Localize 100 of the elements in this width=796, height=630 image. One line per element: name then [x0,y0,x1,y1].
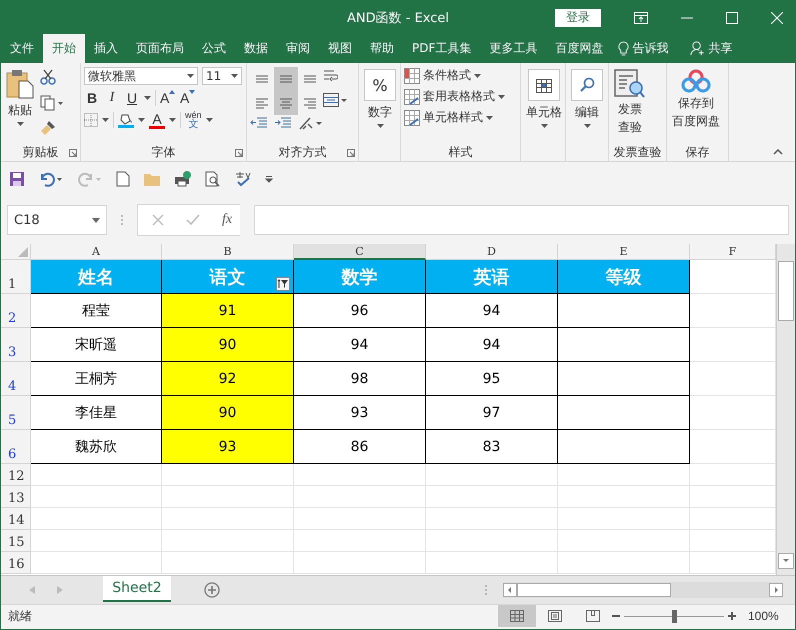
scroll-left-icon[interactable] [503,583,517,597]
row-header[interactable]: 3 [1,328,31,362]
name-box[interactable]: C18 [7,205,107,235]
ribbon-tab[interactable]: 页面布局 [127,34,193,63]
zoom-slider-thumb[interactable] [672,610,677,622]
align-middle-button[interactable] [274,67,298,91]
font-size-dropdown[interactable]: 11 [202,67,242,85]
font-name-dropdown[interactable]: 微软雅黑 [84,67,198,85]
column-header[interactable]: D [426,244,558,260]
ribbon-tab[interactable]: PDF工具集 [403,34,480,63]
close-icon[interactable] [771,12,783,24]
paste-button[interactable]: 粘贴 [4,67,36,144]
copy-icon[interactable] [40,94,64,110]
ribbon-tab[interactable]: 开始 [43,34,85,63]
column-header[interactable]: A [31,244,162,260]
add-sheet-icon[interactable] [204,582,220,598]
dialog-launcher-icon[interactable] [347,149,355,157]
scissors-icon[interactable] [40,69,56,85]
cells-button[interactable]: 单元格 [524,67,564,144]
undo-icon[interactable] [38,171,64,187]
row-header[interactable]: 15 [1,530,31,552]
style-menu-button[interactable]: 套用表格格式 [404,88,517,105]
ribbon-tab[interactable]: 插入 [85,34,127,63]
style-menu-button[interactable]: 条件格式 [404,67,517,84]
scroll-down-icon[interactable] [778,553,794,569]
row-header[interactable]: 4 [1,362,31,396]
bold-button[interactable]: B [84,90,100,106]
caret-icon[interactable] [206,118,213,122]
ribbon-tab[interactable]: 更多工具 [480,34,546,63]
sheet-tab[interactable]: Sheet2 [103,576,171,602]
tell-me-button[interactable]: 告诉我 [612,34,674,63]
caret-icon[interactable] [144,96,151,100]
caret-icon[interactable] [169,118,176,122]
scrollbar-thumb[interactable] [778,261,794,321]
row-header[interactable]: 14 [1,508,31,530]
caret-icon [498,94,505,98]
normal-view-button[interactable] [498,605,536,627]
row-header[interactable]: 13 [1,486,31,508]
spelling-check-icon[interactable] [234,171,252,187]
zoom-out-icon[interactable] [612,612,620,620]
enter-check-icon[interactable] [186,214,200,226]
share-button[interactable]: 共享 [684,34,738,63]
print-preview-icon[interactable] [205,171,221,187]
style-menu-button[interactable]: 单元格样式 [404,109,517,126]
ribbon-tab[interactable]: 视图 [319,34,361,63]
row-header[interactable]: 2 [1,294,31,328]
column-header[interactable]: F [690,244,776,260]
number-format-button[interactable]: % 数字 [362,67,398,144]
grow-font-button[interactable]: A [160,90,176,106]
scrollbar-thumb[interactable] [517,583,671,597]
format-painter-icon[interactable] [40,120,56,136]
text-orientation-icon[interactable] [298,115,324,131]
ribbon-tab[interactable]: 文件 [1,34,43,63]
invoice-check-button[interactable]: 发票 查验 [612,67,648,144]
font-color-button[interactable]: A [149,112,165,128]
minimize-icon[interactable] [681,16,693,18]
customize-toolbar-icon[interactable] [265,175,273,183]
ribbon-tab[interactable]: 审阅 [277,34,319,63]
collapse-ribbon-icon[interactable] [773,149,783,155]
column-header[interactable]: E [558,244,690,260]
shrink-font-button[interactable]: A [180,90,196,106]
zoom-in-icon[interactable] [728,612,736,620]
row-header[interactable]: 16 [1,552,31,574]
row-header[interactable]: 1 [1,260,31,294]
column-header[interactable]: B [162,244,294,260]
align-center-button[interactable] [274,91,298,115]
formula-input[interactable] [254,205,789,235]
filter-button-icon[interactable] [276,277,290,291]
horizontal-scrollbar[interactable] [503,582,783,598]
caret-icon[interactable] [138,118,145,122]
ribbon-tab[interactable]: 百度网盘 [546,34,612,63]
row-header[interactable]: 6 [1,430,31,464]
underline-button[interactable]: U [124,90,140,106]
scroll-right-icon[interactable] [769,583,783,597]
caret-icon [486,116,493,120]
table-style-icon [404,68,420,84]
caret-icon[interactable] [102,118,109,122]
ribbon-tab[interactable]: 公式 [193,34,235,63]
dialog-launcher-icon[interactable] [69,149,77,157]
fill-color-icon[interactable] [118,112,134,128]
save-icon[interactable] [9,171,25,187]
new-document-icon[interactable] [116,171,130,187]
borders-icon[interactable] [84,113,98,127]
row-header[interactable]: 5 [1,396,31,430]
printer-icon[interactable] [174,171,192,187]
dialog-launcher-icon[interactable] [235,149,243,157]
column-header[interactable]: C [294,244,426,260]
row-header[interactable]: 12 [1,464,31,486]
editing-button[interactable]: 编辑 [569,67,605,144]
login-button[interactable]: 登录 [555,8,601,26]
save-to-cloud-button[interactable]: 保存到 百度网盘 [670,67,722,144]
merge-cells-icon[interactable] [322,91,348,109]
maximize-icon[interactable] [726,12,738,24]
italic-button[interactable]: I [104,90,120,106]
ribbon-tab[interactable]: 数据 [235,34,277,63]
ribbon-tab[interactable]: 帮助 [361,34,403,63]
phonetic-guide-button[interactable]: wén 文 [185,111,202,129]
ribbon-display-icon[interactable] [634,12,648,24]
zoom-level-text[interactable]: 100% [748,609,779,623]
insert-function-button[interactable]: fx [222,212,232,228]
